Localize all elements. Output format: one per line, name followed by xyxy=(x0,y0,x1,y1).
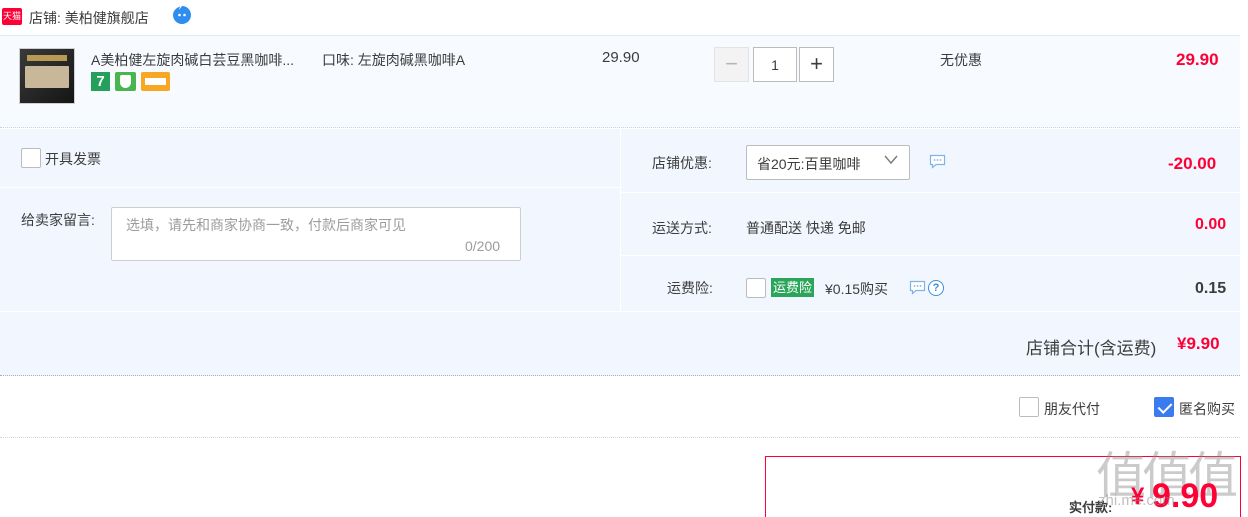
credit-card-icon[interactable] xyxy=(141,72,170,91)
shop-name-link[interactable]: 店铺: 美柏健旗舰店 xyxy=(29,8,149,28)
thumbnail-band xyxy=(27,55,67,61)
shipping-amount: 0.00 xyxy=(1195,216,1227,233)
seller-note-label: 给卖家留言: xyxy=(21,212,95,228)
chat-bubble-icon[interactable] xyxy=(909,280,926,295)
invoice-checkbox[interactable] xyxy=(21,148,41,168)
divider xyxy=(620,129,621,312)
friend-pay-checkbox[interactable] xyxy=(1019,397,1039,417)
friend-pay-label[interactable]: 朋友代付 xyxy=(1044,399,1100,419)
divider xyxy=(0,311,1240,312)
divider xyxy=(621,192,1240,193)
help-icon[interactable]: ? xyxy=(928,280,944,296)
anonymous-purchase-checkbox[interactable] xyxy=(1154,397,1174,417)
item-total: 29.90 xyxy=(1176,50,1219,69)
anonymous-purchase-label[interactable]: 匿名购买 xyxy=(1179,399,1235,419)
thumbnail-cup xyxy=(25,66,69,88)
quantity-increase-button[interactable]: + xyxy=(799,47,834,82)
divider xyxy=(621,255,1240,256)
product-flavor: 口味: 左旋肉碱黑咖啡A xyxy=(322,52,466,68)
shipping-insurance-badge: 运费险 xyxy=(771,278,815,297)
chat-bubble-icon[interactable] xyxy=(929,154,946,169)
seller-note-placeholder: 选填，请先和商家协商一致，付款后商家可见 xyxy=(126,217,406,233)
shipping-insurance-label: 运费险: xyxy=(667,280,713,296)
item-promotion: 无优惠 xyxy=(940,52,982,68)
watermark-url: zhi.me.com xyxy=(1098,492,1175,509)
shipping-insurance-price: ¥0.15购买 xyxy=(825,281,889,297)
divider xyxy=(0,437,1240,438)
shop-discount-amount: -20.00 xyxy=(1168,154,1217,173)
product-title-link[interactable]: A美柏健左旋肉碱白芸豆黑咖啡... xyxy=(91,50,316,70)
shipping-insurance-checkbox[interactable] xyxy=(746,278,766,298)
quantity-input[interactable] xyxy=(753,47,797,82)
shipping-insurance-amount: 0.15 xyxy=(1195,280,1227,297)
divider xyxy=(0,375,1240,376)
shipping-label: 运送方式: xyxy=(652,220,712,236)
shop-discount-label: 店铺优惠: xyxy=(652,155,712,171)
unit-price: 29.90 xyxy=(602,49,640,66)
shipping-method: 普通配送 快递 免邮 xyxy=(746,220,866,236)
shop-subtotal-amount: ¥9.90 xyxy=(1177,334,1220,353)
quantity-decrease-button[interactable]: − xyxy=(714,47,749,82)
wangwang-chat-icon[interactable] xyxy=(172,5,192,25)
tmall-badge: 天猫 xyxy=(2,8,22,25)
shop-subtotal-label: 店铺合计(含运费) xyxy=(1026,339,1157,358)
seller-note-char-count: 0/200 xyxy=(465,238,501,254)
seven-day-return-icon[interactable]: 7 xyxy=(91,72,110,91)
shop-discount-selected[interactable]: 省20元:百里咖啡 xyxy=(757,154,875,174)
divider xyxy=(0,187,620,188)
chevron-down-icon[interactable] xyxy=(884,155,898,165)
guarantee-shield-icon[interactable] xyxy=(115,72,136,91)
invoice-label[interactable]: 开具发票 xyxy=(45,149,101,169)
